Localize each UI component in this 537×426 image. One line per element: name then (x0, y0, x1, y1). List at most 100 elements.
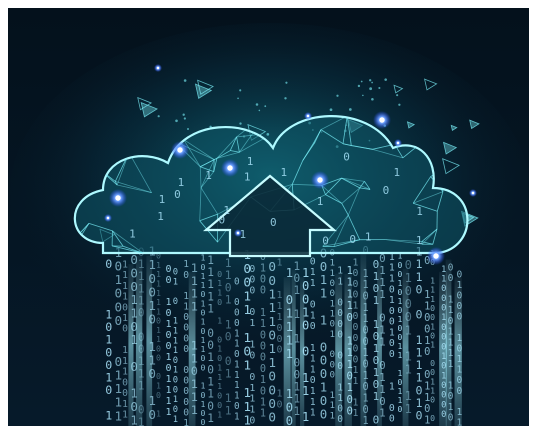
particle (371, 81, 373, 84)
binary-digit: 1 (207, 388, 214, 401)
binary-digit: 1 (191, 300, 198, 314)
binary-digit: 0 (441, 410, 446, 420)
glow-node-core (433, 253, 439, 259)
binary-digit: 1 (302, 266, 309, 280)
binary-digit: 1 (416, 205, 423, 218)
binary-digit: 0 (166, 330, 172, 341)
binary-digit: 0 (398, 378, 403, 387)
binary-digit: 0 (260, 286, 266, 297)
binary-digit: 0 (405, 297, 412, 311)
binary-digit: 1 (379, 288, 386, 301)
binary-digit: 0 (174, 188, 181, 201)
binary-digit: 1 (405, 402, 412, 416)
binary-digit: 0 (320, 406, 327, 421)
binary-digit: 0 (173, 356, 178, 366)
binary-digit: 1 (362, 279, 368, 291)
binary-digit: 1 (405, 350, 412, 364)
glow-node-core (379, 117, 385, 123)
particle (369, 79, 372, 82)
binary-digit: 1 (277, 257, 283, 268)
binary-digit: 1 (398, 342, 403, 351)
binary-digit: 0 (249, 264, 255, 275)
binary-digit: 0 (398, 333, 403, 342)
binary-digit: 0 (166, 341, 172, 352)
binary-digit: 0 (148, 407, 156, 422)
glow-node-core (177, 147, 183, 153)
binary-digit: 1 (389, 381, 395, 392)
binary-digit: 1 (317, 195, 324, 208)
binary-digit: 1 (260, 375, 266, 386)
particle (329, 108, 333, 112)
binary-digit: 0 (225, 331, 232, 344)
binary-digit: 0 (200, 417, 205, 426)
binary-digit: 0 (441, 342, 446, 352)
particle (369, 87, 373, 91)
binary-digit: 1 (122, 356, 128, 367)
binary-digit: 1 (448, 380, 454, 391)
binary-digit: 1 (448, 402, 454, 413)
particle (360, 80, 363, 83)
binary-digit: 1 (225, 318, 232, 331)
binary-digit: 0 (362, 404, 368, 416)
binary-digit: 1 (191, 274, 198, 288)
particle (398, 103, 401, 106)
binary-digit: 0 (352, 311, 358, 322)
binary-digit: 0 (352, 333, 358, 344)
binary-digit: 0 (389, 338, 395, 349)
binary-digit: 0 (302, 318, 309, 332)
particle (285, 81, 288, 84)
binary-digit: 0 (337, 414, 343, 425)
binary-digit: 1 (249, 404, 255, 415)
particle (175, 119, 178, 123)
binary-digit: 1 (207, 254, 214, 267)
binary-digit: 1 (249, 394, 255, 405)
binary-digit: 1 (337, 393, 343, 404)
binary-digit: 1 (115, 408, 123, 423)
binary-digit: 1 (234, 359, 240, 370)
binary-digit: 1 (441, 352, 446, 362)
binary-digit: 0 (249, 350, 255, 361)
particle (239, 89, 242, 92)
binary-digit: 0 (234, 297, 240, 308)
binary-digit: 1 (405, 363, 412, 377)
binary-digit: 0 (122, 377, 128, 388)
binary-digit: 0 (302, 279, 309, 293)
binary-digit: 0 (225, 355, 232, 368)
binary-digit: 1 (277, 290, 283, 301)
glow-node-core (156, 66, 160, 70)
binary-digit: 0 (441, 323, 446, 333)
binary-digit: 0 (105, 383, 112, 397)
binary-digit: 1 (457, 333, 463, 344)
binary-digit: 1 (448, 359, 454, 370)
binary-digit: 1 (207, 290, 214, 303)
binary-digit: 1 (329, 410, 335, 421)
binary-digit: 1 (260, 308, 266, 319)
binary-digit: 1 (352, 408, 358, 419)
binary-digit: 0 (260, 342, 266, 353)
binary-digit: 0 (183, 407, 189, 418)
binary-digit: 0 (441, 284, 446, 294)
particle (357, 84, 361, 88)
binary-digit: 1 (156, 408, 161, 418)
particle (371, 97, 374, 101)
binary-digit: 1 (352, 376, 358, 387)
binary-digit: 1 (310, 397, 316, 408)
binary-digit: 0 (268, 410, 276, 425)
binary-digit: 0 (225, 281, 232, 294)
binary-digit: 0 (337, 351, 343, 362)
binary-digit: 1 (260, 397, 266, 408)
binary-digit: 0 (260, 386, 266, 397)
glow-node-core (317, 177, 323, 183)
binary-digit: 1 (138, 282, 145, 295)
binary-digit: 1 (398, 351, 403, 360)
binary-digit: 1 (362, 302, 368, 314)
binary-digit: 1 (260, 409, 266, 420)
binary-digit: 1 (310, 343, 316, 354)
binary-digit: 1 (310, 278, 316, 289)
binary-digit: 0 (389, 284, 395, 295)
binary-digit: 0 (234, 349, 240, 360)
binary-digit: 0 (191, 364, 198, 378)
binary-digit: 1 (166, 407, 172, 418)
binary-digit: 1 (389, 295, 395, 306)
binary-digit: 1 (138, 355, 145, 368)
